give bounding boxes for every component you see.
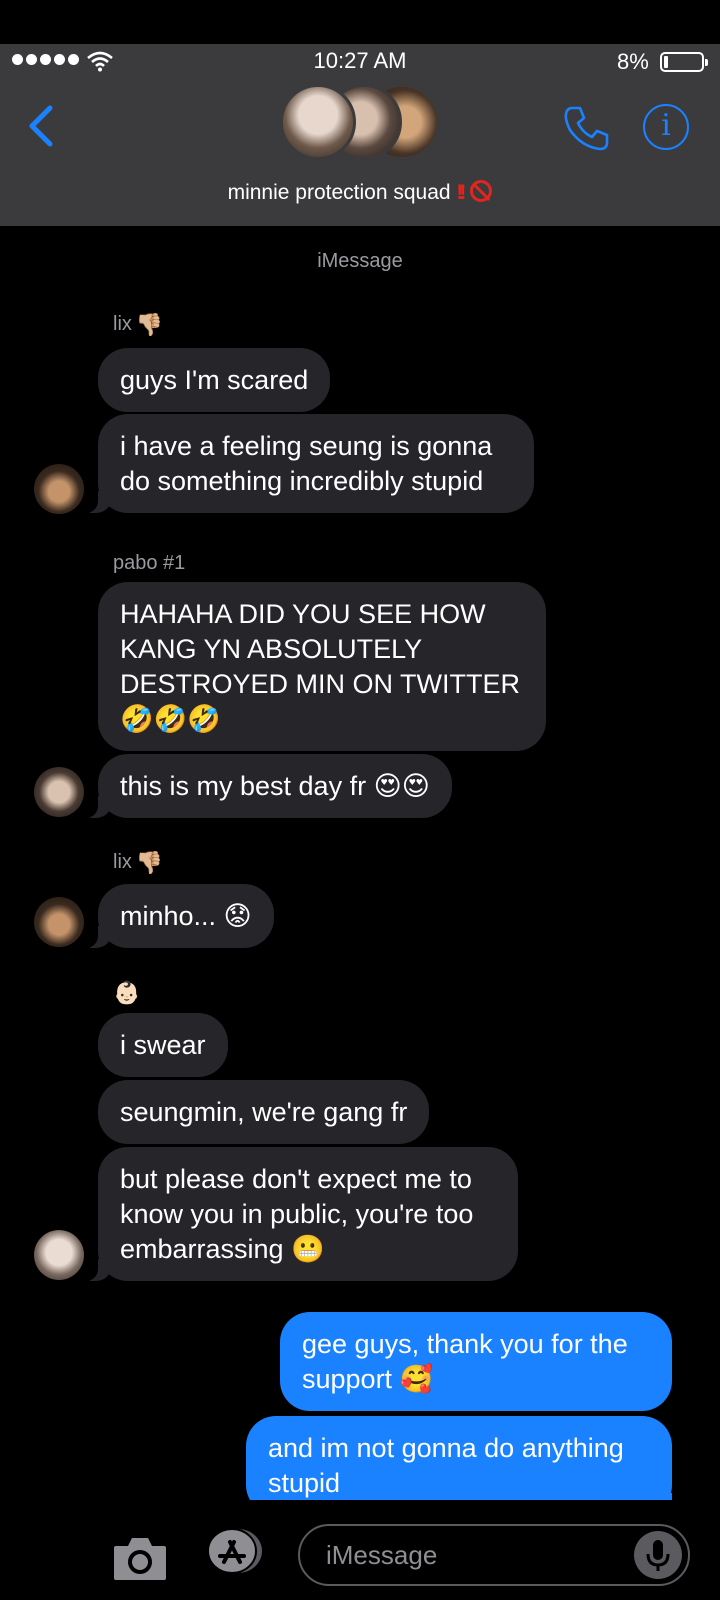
message-bubble-outgoing[interactable]: gee guys, thank you for the support 🥰 [280, 1312, 672, 1411]
sender-name: 👶🏻 [113, 980, 140, 1006]
avatar[interactable] [34, 767, 84, 817]
message-bubble-incoming[interactable]: HAHAHA DID YOU SEE HOW KANG YN ABSOLUTEL… [98, 582, 546, 751]
message-bubble-incoming[interactable]: minho... 😟 [84, 884, 274, 948]
phone-icon[interactable] [562, 104, 610, 152]
service-label: iMessage [317, 250, 403, 272]
message-bubble-incoming[interactable]: i have a feeling seung is gonna do somet… [84, 414, 534, 513]
battery-icon [660, 52, 708, 72]
sender-name: lix 👎🏼 [113, 850, 164, 875]
camera-icon[interactable] [112, 1534, 168, 1582]
sender-name: pabo #1 [113, 552, 186, 574]
message-bubble-incoming[interactable]: seungmin, we're gang fr [98, 1080, 430, 1144]
avatar[interactable] [34, 897, 84, 947]
avatar[interactable] [34, 1230, 84, 1280]
message-bubble-incoming[interactable]: guys I'm scared [98, 348, 331, 412]
app-store-icon[interactable] [204, 1528, 264, 1574]
message-bubble-incoming[interactable]: this is my best day fr 😍😍 [84, 754, 452, 818]
thumbs-down-icon: 👎🏼 [135, 850, 164, 875]
message-bubble-incoming[interactable]: i swear [98, 1013, 228, 1077]
status-bar: 10:27 AM 8% [0, 44, 720, 80]
info-icon[interactable]: i [643, 104, 689, 150]
back-chevron-icon[interactable] [26, 104, 56, 148]
thumbs-down-icon: 👎🏼 [135, 312, 164, 337]
no-entry-icon [470, 180, 493, 202]
top-black-bar [0, 0, 720, 44]
group-title[interactable]: minnie protection squad !! [0, 180, 720, 205]
group-avatar-1[interactable] [280, 84, 356, 160]
message-input-field[interactable] [298, 1524, 690, 1586]
avatar[interactable] [34, 464, 84, 514]
message-input[interactable] [326, 1536, 626, 1574]
message-bubble-incoming[interactable]: but please don't expect me to know you i… [84, 1147, 518, 1281]
baby-icon: 👶🏻 [113, 980, 141, 1005]
clock: 10:27 AM [313, 48, 407, 73]
sender-name: lix 👎🏼 [113, 312, 164, 337]
microphone-icon[interactable] [634, 1531, 682, 1579]
battery-percent: 8% [617, 49, 649, 74]
double-exclamation-icon: !! [456, 181, 466, 204]
